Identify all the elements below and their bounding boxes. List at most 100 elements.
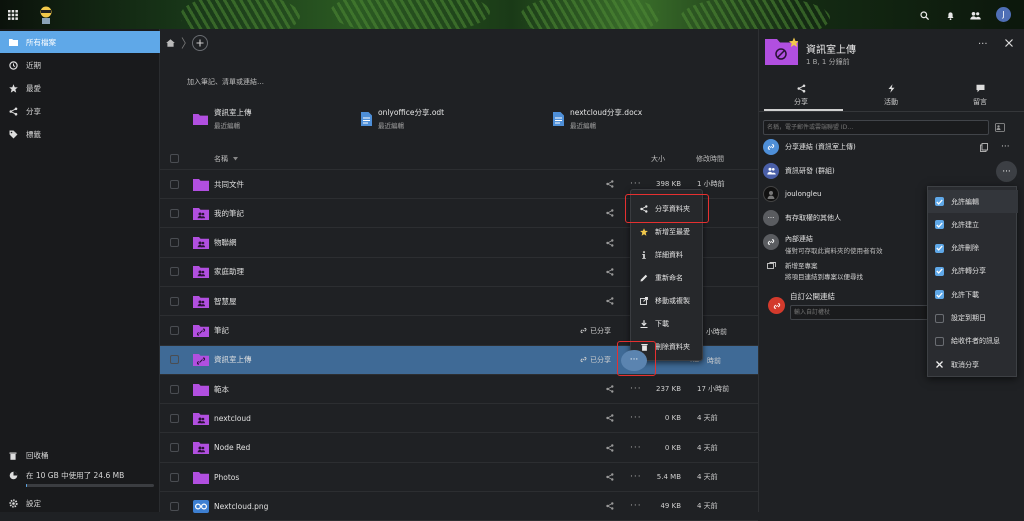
checkbox-checked[interactable] — [935, 290, 944, 300]
row-checkbox[interactable] — [170, 443, 179, 453]
checkbox-checked[interactable] — [935, 220, 944, 230]
column-modified[interactable]: 修改時間 — [696, 154, 724, 164]
file-row[interactable]: Nextcloud.png ··· 49 KB 4 天前 — [160, 492, 758, 521]
row-checkbox[interactable] — [170, 179, 179, 189]
nav-item-all-files[interactable]: 所有檔案 — [0, 31, 160, 53]
tab-activity[interactable]: 活動 — [854, 84, 928, 107]
home-icon[interactable] — [166, 39, 175, 47]
tab-comments[interactable]: 留言 — [943, 84, 1017, 107]
file-name[interactable]: nextcloud — [214, 414, 251, 423]
permission-item[interactable]: 允許下載 — [928, 283, 1018, 306]
permission-item[interactable]: 允許刪除 — [928, 237, 1018, 260]
share-icon[interactable] — [606, 502, 614, 510]
checkbox-unchecked[interactable] — [935, 313, 944, 323]
others-with-access-row[interactable]: ··· 有存取權的其他人 — [763, 210, 841, 226]
file-name[interactable]: Photos — [214, 473, 239, 482]
row-actions-menu-icon[interactable]: ··· — [630, 384, 642, 394]
nav-item-favorites[interactable]: 最愛 — [0, 77, 160, 99]
nav-item-quota[interactable]: 在 10 GB 中使用了 24.6 MB — [0, 467, 160, 483]
menu-item-move-copy[interactable]: 移動或複製 — [631, 289, 704, 312]
file-row[interactable]: 範本 ··· 237 KB 17 小時前 — [160, 375, 758, 405]
nav-item-settings[interactable]: 設定 — [0, 492, 160, 514]
nav-item-recent[interactable]: 近期 — [0, 54, 160, 76]
row-checkbox[interactable] — [170, 296, 179, 306]
share-link-more-icon[interactable]: ··· — [1001, 142, 1010, 152]
checkbox-checked[interactable] — [935, 197, 944, 206]
share-group-more-button[interactable]: ··· — [996, 161, 1017, 182]
nav-item-tags[interactable]: 標籤 — [0, 123, 160, 145]
nav-item-shares[interactable]: 分享 — [0, 100, 160, 122]
row-checkbox[interactable] — [170, 326, 179, 335]
share-icon[interactable] — [606, 238, 614, 247]
search-icon[interactable] — [920, 11, 929, 20]
file-row[interactable]: Node Red ··· 0 KB 4 天前 — [160, 434, 758, 463]
file-name[interactable]: 共同文件 — [214, 179, 244, 190]
share-icon[interactable] — [606, 385, 614, 393]
permission-item[interactable]: 允許編輯 — [928, 190, 1018, 213]
menu-item-details[interactable]: 詳細資料 — [631, 243, 704, 266]
row-checkbox[interactable] — [170, 208, 179, 218]
apps-grid-icon[interactable] — [8, 10, 18, 20]
file-name[interactable]: 智慧屋 — [214, 296, 237, 307]
share-icon[interactable] — [606, 180, 614, 188]
recent-item[interactable]: nextcloud分享.docx 最近編輯 — [553, 107, 642, 130]
new-button[interactable] — [192, 35, 208, 51]
recent-item[interactable]: onlyoffice分享.odt 最近編輯 — [361, 107, 444, 130]
permission-item[interactable]: 設定到期日 — [928, 307, 1018, 330]
notifications-bell-icon[interactable] — [946, 11, 955, 20]
share-icon[interactable] — [606, 209, 614, 217]
sidebar-more-icon[interactable]: ··· — [978, 39, 988, 50]
share-icon[interactable] — [606, 297, 614, 305]
file-name[interactable]: 資訊室上傳 — [214, 354, 252, 365]
file-row[interactable]: nextcloud ··· 0 KB 4 天前 — [160, 404, 758, 434]
row-actions-menu-icon[interactable]: ··· — [630, 413, 642, 423]
contacts-icon[interactable] — [970, 11, 981, 20]
contacts-lookup-icon[interactable] — [995, 123, 1005, 132]
add-project-row[interactable]: 新增至專案 將項目連結到專案以便尋找 — [763, 260, 863, 281]
checkbox-checked[interactable] — [935, 266, 944, 276]
permission-item[interactable]: 允許轉分享 — [928, 260, 1018, 283]
custom-token-input[interactable] — [790, 305, 930, 320]
file-name[interactable]: 筆記 — [214, 325, 229, 336]
row-actions-menu-icon[interactable]: ··· — [630, 179, 642, 189]
select-all-checkbox[interactable] — [170, 154, 179, 163]
column-size[interactable]: 大小 — [651, 154, 665, 164]
file-name[interactable]: Node Red — [214, 443, 250, 452]
permission-item[interactable]: 取消分享 — [928, 353, 1018, 376]
column-name-sort[interactable]: 名稱 — [214, 154, 238, 164]
tab-sharing[interactable]: 分享 — [764, 84, 838, 107]
row-checkbox[interactable] — [170, 472, 179, 482]
recent-item[interactable]: 資訊室上傳 最近編輯 — [193, 107, 252, 130]
row-checkbox[interactable] — [170, 501, 179, 511]
user-avatar[interactable]: J — [996, 7, 1011, 22]
share-icon[interactable] — [606, 268, 614, 276]
row-checkbox[interactable] — [170, 384, 179, 394]
file-name[interactable]: 範本 — [214, 384, 229, 395]
file-name[interactable]: 我的筆記 — [214, 208, 244, 219]
nav-item-trash[interactable]: 回收桶 — [0, 444, 160, 466]
permission-item[interactable]: 允許建立 — [928, 213, 1018, 236]
row-checkbox[interactable] — [170, 413, 179, 423]
row-actions-menu-icon[interactable]: ··· — [630, 443, 642, 453]
checkbox-unchecked[interactable] — [935, 336, 944, 346]
menu-item-download[interactable]: 下載 — [631, 312, 704, 335]
close-icon[interactable] — [1005, 39, 1013, 47]
rich-workspace-note[interactable]: 加入筆記、清單或連結… — [187, 77, 264, 87]
permission-item[interactable]: 給收件者的訊息 — [928, 330, 1018, 353]
row-actions-menu-icon[interactable]: ··· — [630, 501, 642, 511]
share-icon[interactable] — [606, 414, 614, 423]
brand-logo[interactable] — [38, 5, 54, 25]
share-search-input[interactable] — [763, 120, 989, 135]
share-icon[interactable] — [606, 443, 614, 452]
menu-item-rename[interactable]: 重新命名 — [631, 266, 704, 289]
row-checkbox[interactable] — [170, 267, 179, 277]
row-checkbox[interactable] — [170, 238, 179, 248]
shared-status[interactable]: 已分享 — [580, 326, 611, 336]
row-checkbox[interactable] — [170, 355, 179, 365]
menu-item-add-favorite[interactable]: 新增至最愛 — [631, 220, 704, 243]
shared-status[interactable]: 已分享 — [580, 355, 611, 365]
file-name[interactable]: 物聯網 — [214, 237, 237, 248]
row-actions-menu-icon[interactable]: ··· — [630, 472, 642, 482]
checkbox-checked[interactable] — [935, 243, 944, 253]
file-row[interactable]: Photos ··· 5.4 MB 4 天前 — [160, 463, 758, 492]
